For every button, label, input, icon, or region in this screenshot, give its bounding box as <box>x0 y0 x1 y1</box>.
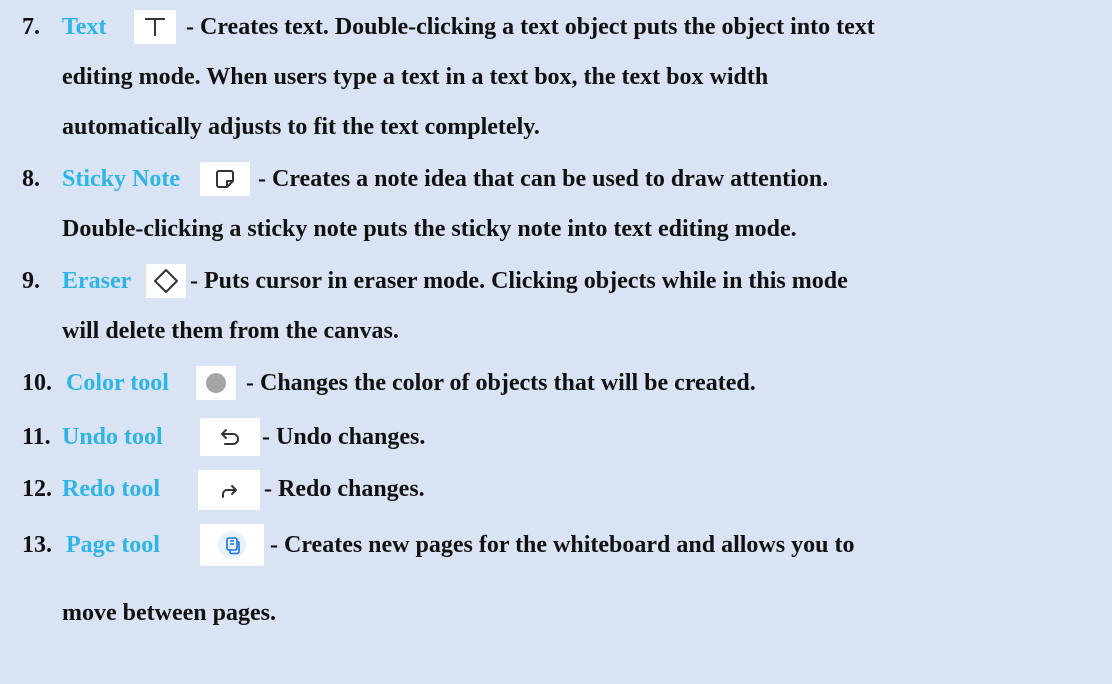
item-description-line: automatically adjusts to fit the text co… <box>62 114 540 140</box>
item-description-line: Double-clicking a sticky note puts the s… <box>62 216 797 242</box>
item-description-line: - Puts cursor in eraser mode. Clicking o… <box>190 268 848 294</box>
redo-icon <box>198 470 260 510</box>
item-description-line: - Creates text. Double-clicking a text o… <box>186 14 875 40</box>
item-number: 12. <box>22 476 52 502</box>
item-title: Undo tool <box>62 424 163 450</box>
item-description-line: move between pages. <box>62 600 276 626</box>
item-number: 7. <box>22 14 40 40</box>
item-number: 13. <box>22 532 52 558</box>
item-title: Page tool <box>66 532 160 558</box>
item-title: Color tool <box>66 370 169 396</box>
undo-icon <box>200 418 260 456</box>
item-description-line: - Redo changes. <box>264 476 425 502</box>
item-description-line: editing mode. When users type a text in … <box>62 64 769 90</box>
item-number: 9. <box>22 268 40 294</box>
eraser-icon <box>146 264 186 298</box>
item-title: Redo tool <box>62 476 160 502</box>
item-description-line: will delete them from the canvas. <box>62 318 399 344</box>
page-icon <box>200 524 264 566</box>
item-description-line: - Undo changes. <box>262 424 426 450</box>
item-description-line: - Creates a note idea that can be used t… <box>258 166 829 192</box>
item-description-line: - Creates new pages for the whiteboard a… <box>270 532 855 558</box>
sticky-note-icon <box>200 162 250 196</box>
text-icon <box>134 10 176 44</box>
item-description-line: - Changes the color of objects that will… <box>246 370 756 396</box>
item-number: 11. <box>22 424 51 450</box>
document-page: 7. Text - Creates text. Double-clicking … <box>0 0 1112 684</box>
item-title: Sticky Note <box>62 166 180 192</box>
item-number: 8. <box>22 166 40 192</box>
item-title: Text <box>62 14 107 40</box>
item-title: Eraser <box>62 268 132 294</box>
item-number: 10. <box>22 370 52 396</box>
color-dot-icon <box>196 366 236 400</box>
